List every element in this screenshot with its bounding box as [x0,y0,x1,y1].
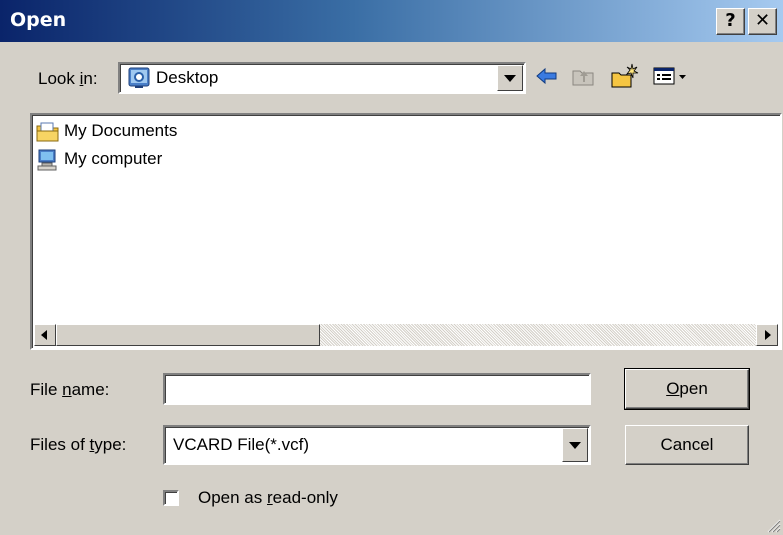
file-list[interactable]: My Documents My computer [30,113,782,350]
files-of-type-dropdown-button[interactable] [562,428,588,462]
arrow-right-icon [765,330,771,340]
back-arrow-icon [536,67,557,85]
chevron-down-icon [504,75,516,82]
help-button[interactable]: ? [716,8,745,35]
view-menu-icon [653,67,686,85]
scroll-left-button[interactable] [34,324,56,346]
open-button[interactable]: Open [624,368,750,410]
my-documents-icon [36,121,60,148]
window-title: Open [10,9,67,31]
resize-grip-icon[interactable] [765,517,781,533]
arrow-left-icon [41,330,47,340]
scroll-thumb[interactable] [56,324,320,346]
up-one-level-button [569,62,597,90]
view-menu-button[interactable] [651,62,693,90]
read-only-checkbox[interactable] [163,490,179,506]
create-new-folder-icon [611,63,639,88]
look-in-combobox[interactable]: Desktop [118,62,526,94]
chevron-down-icon [569,442,581,449]
close-button[interactable]: ✕ [748,8,777,35]
read-only-label: Open as read-only [198,488,338,507]
list-item-label: My Documents [64,121,178,140]
file-name-label: File name: [30,380,110,399]
title-bar: Open ? ✕ [0,0,783,42]
files-of-type-combobox[interactable]: VCARD File(*.vcf) [163,425,591,465]
create-new-folder-button[interactable] [609,62,639,90]
my-computer-icon [36,149,60,176]
list-item-label: My computer [64,149,163,168]
up-one-level-icon [572,70,594,86]
look-in-dropdown-button[interactable] [497,65,523,91]
file-name-input[interactable] [163,373,591,405]
desktop-icon [128,67,150,89]
horizontal-scrollbar[interactable] [34,324,778,346]
files-of-type-label: Files of type: [30,435,127,454]
files-of-type-value: VCARD File(*.vcf) [173,435,310,454]
look-in-label: Look in: [38,69,98,88]
cancel-button[interactable]: Cancel [625,425,749,465]
look-in-value: Desktop [156,68,219,87]
scroll-right-button[interactable] [756,324,778,346]
back-button[interactable] [533,62,561,90]
